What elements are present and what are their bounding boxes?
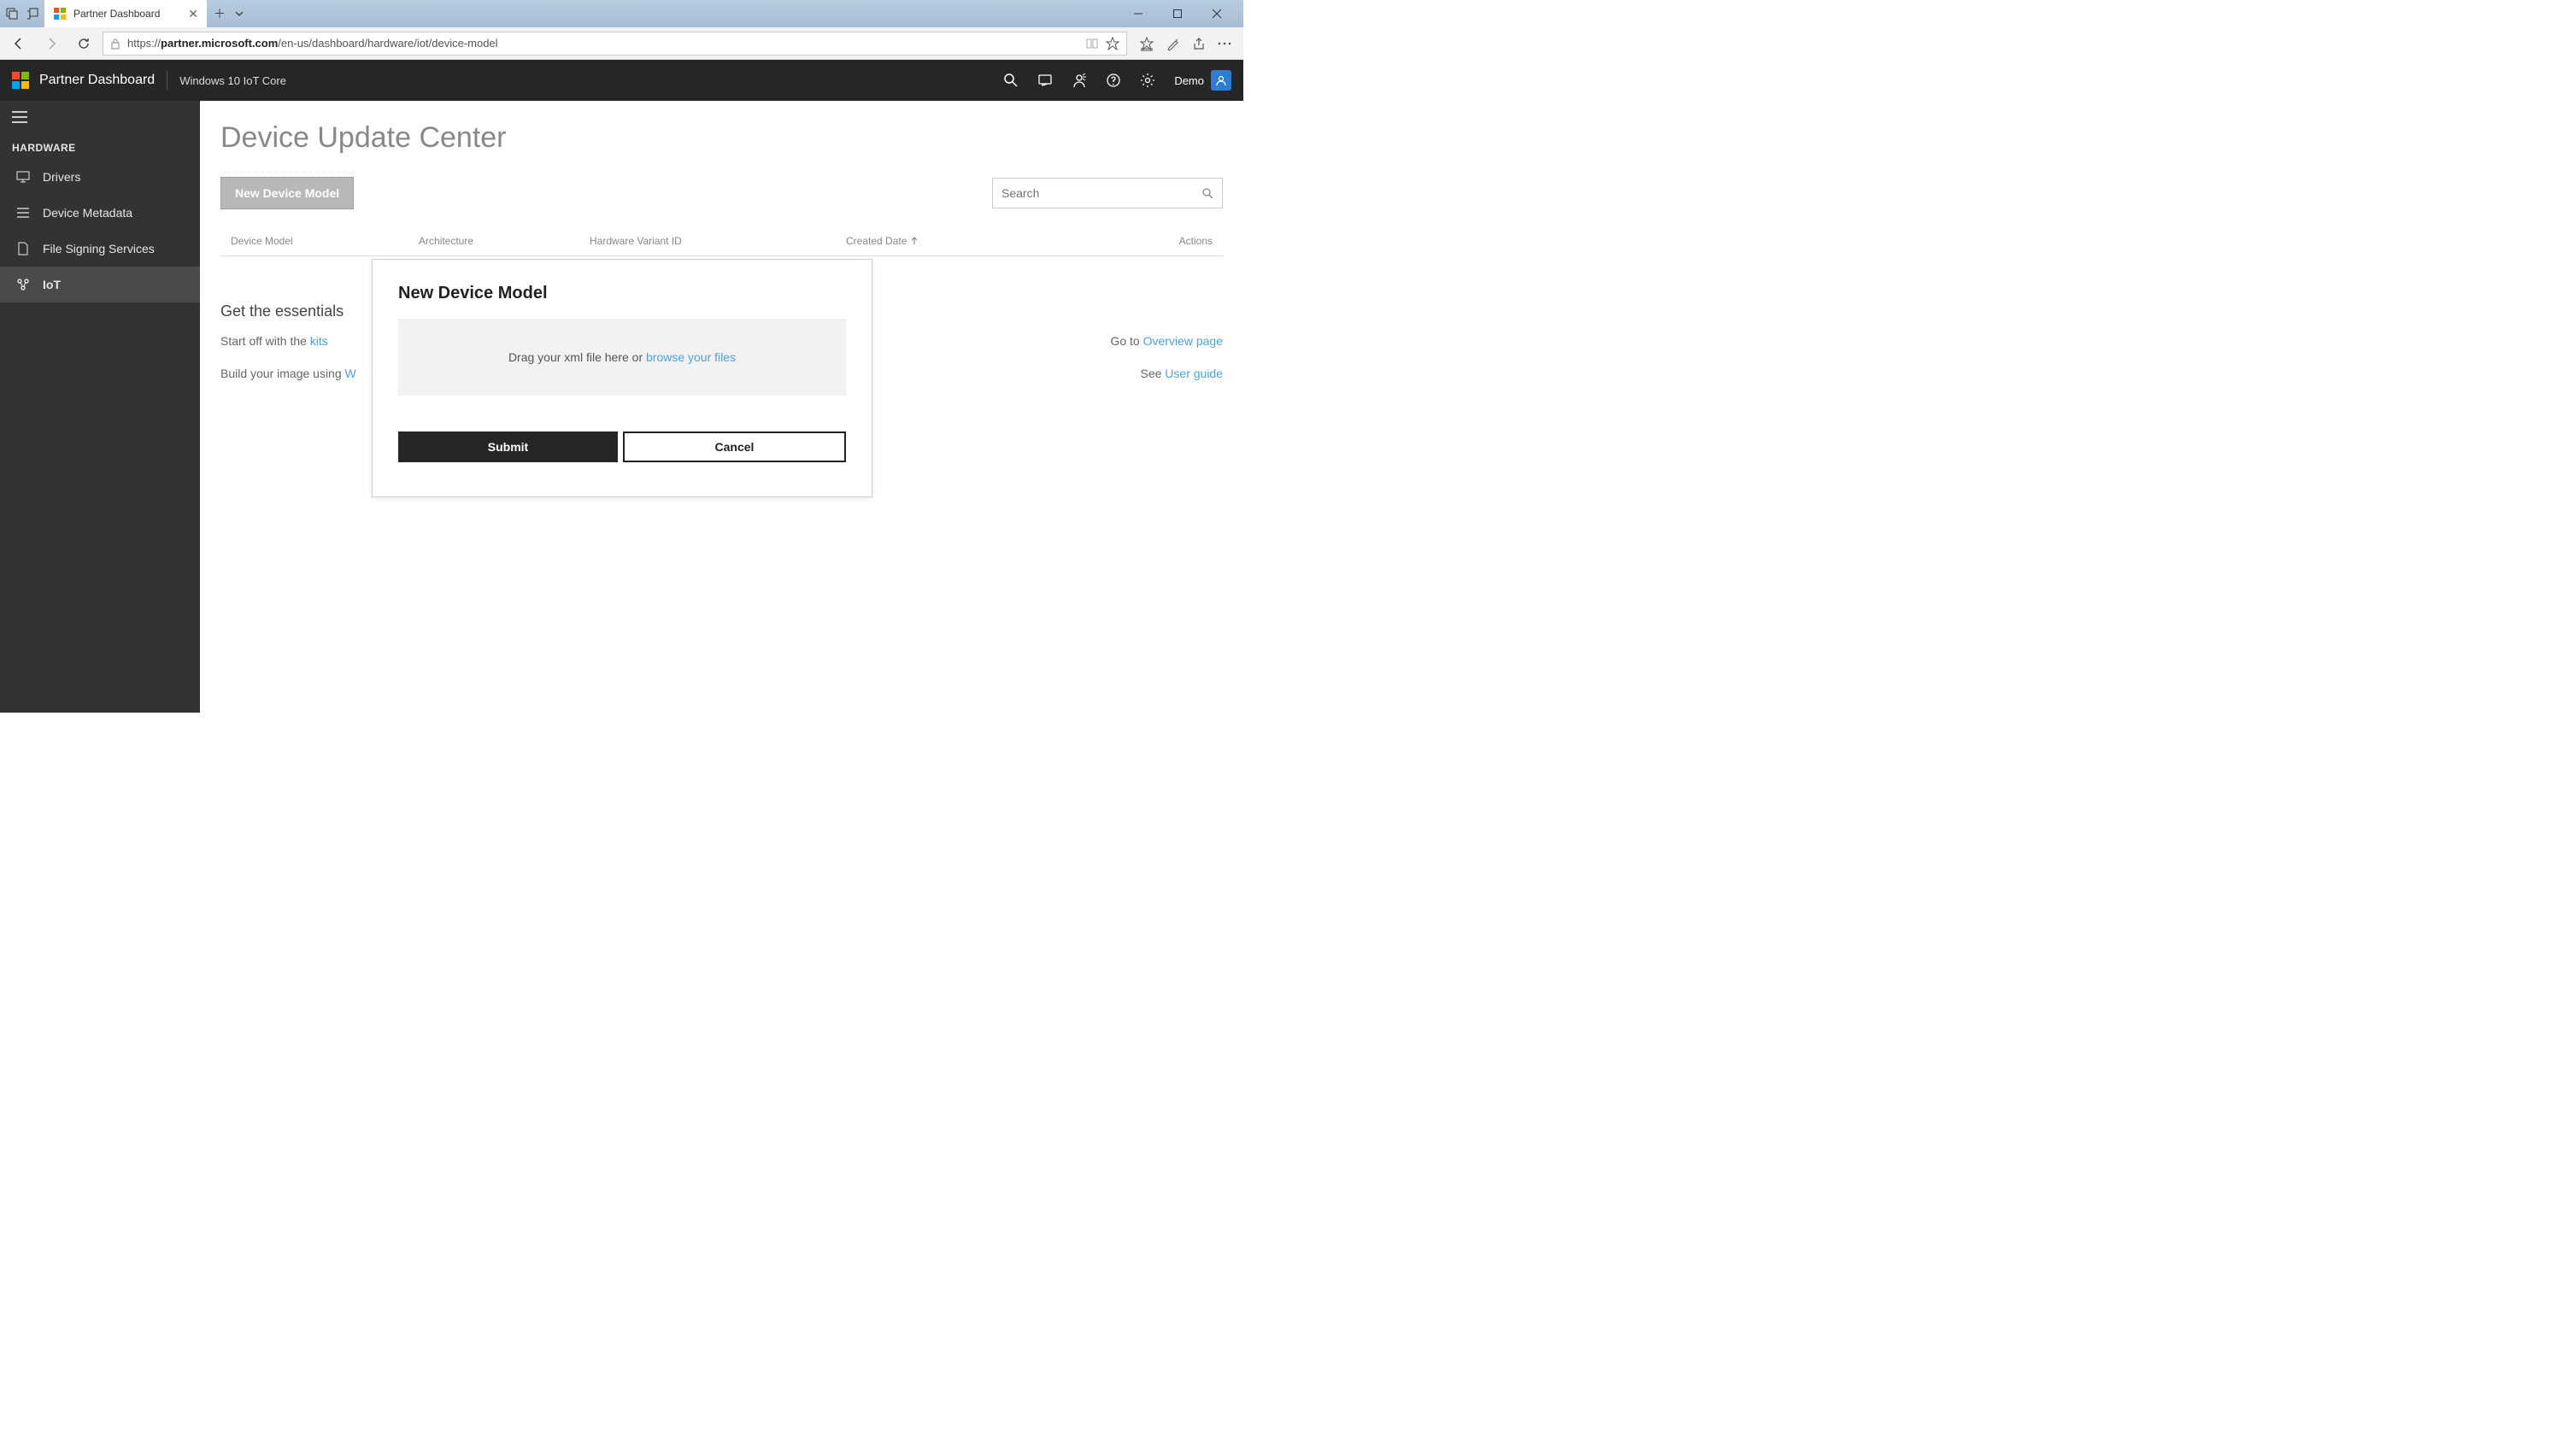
- user-name: Demo: [1174, 74, 1204, 87]
- sidebar-item-file-signing[interactable]: File Signing Services: [0, 231, 200, 267]
- browser-tab[interactable]: Partner Dashboard ✕: [44, 0, 207, 27]
- essentials-overview: Go to Overview page: [1110, 334, 1223, 348]
- app-subtitle: Windows 10 IoT Core: [179, 74, 286, 87]
- sort-asc-icon: [910, 237, 919, 245]
- browse-files-link[interactable]: browse your files: [646, 350, 736, 364]
- close-window-icon[interactable]: [1197, 0, 1236, 27]
- sidebar-item-label: Drivers: [43, 170, 80, 184]
- sidebar-item-drivers[interactable]: Drivers: [0, 159, 200, 195]
- window-left-buttons: [0, 0, 44, 27]
- essentials-build: Build your image using W: [220, 367, 356, 380]
- sidebar-toggle[interactable]: [0, 101, 200, 133]
- minimize-icon[interactable]: [1119, 0, 1158, 27]
- tab-dropdown-icon[interactable]: [234, 9, 244, 19]
- reading-view-icon[interactable]: [1085, 38, 1099, 50]
- drivers-icon: [15, 171, 31, 183]
- kits-link[interactable]: kits: [310, 334, 328, 348]
- file-dropzone[interactable]: Drag your xml file here or browse your f…: [398, 319, 846, 396]
- lock-icon: [110, 38, 120, 50]
- col-actions: Actions: [1060, 235, 1213, 247]
- avatar: [1211, 70, 1231, 91]
- tab-close-icon[interactable]: ✕: [188, 7, 198, 21]
- tab-preview-icon[interactable]: [26, 7, 39, 21]
- sidebar-section-title: HARDWARE: [0, 133, 200, 159]
- table-header: Device Model Architecture Hardware Varia…: [220, 235, 1223, 256]
- new-tab-icon[interactable]: ＋: [214, 5, 226, 22]
- feedback-icon[interactable]: [1072, 73, 1087, 88]
- sidebar-item-label: File Signing Services: [43, 242, 155, 255]
- build-link[interactable]: W: [345, 367, 356, 380]
- essentials-guide: See User guide: [1140, 367, 1223, 380]
- submit-button[interactable]: Submit: [398, 432, 618, 462]
- maximize-icon[interactable]: [1158, 0, 1197, 27]
- modal-buttons: Submit Cancel: [398, 432, 846, 462]
- more-icon[interactable]: [1218, 42, 1231, 45]
- favorites-bar-icon[interactable]: [1139, 36, 1154, 51]
- overview-link[interactable]: Overview page: [1143, 334, 1223, 348]
- col-device-model[interactable]: Device Model: [231, 235, 419, 247]
- sidebar-item-label: IoT: [43, 278, 61, 291]
- sidebar: HARDWARE Drivers Device Metadata File Si…: [0, 101, 200, 713]
- refresh-icon[interactable]: [70, 30, 97, 57]
- notifications-icon[interactable]: [1037, 73, 1053, 88]
- url-text: https://partner.microsoft.com/en-us/dash…: [127, 37, 1078, 50]
- sidebar-item-metadata[interactable]: Device Metadata: [0, 195, 200, 231]
- col-hardware-variant[interactable]: Hardware Variant ID: [590, 235, 846, 247]
- url-input[interactable]: https://partner.microsoft.com/en-us/dash…: [103, 32, 1127, 56]
- browser-tab-bar: Partner Dashboard ✕ ＋: [0, 0, 1243, 27]
- search-input[interactable]: [1001, 186, 1201, 200]
- favorite-icon[interactable]: [1106, 37, 1119, 50]
- main-content: Device Update Center New Device Model De…: [200, 101, 1243, 713]
- tab-bar-actions: ＋: [207, 0, 1243, 27]
- favicon-icon: [53, 7, 67, 21]
- sidebar-item-label: Device Metadata: [43, 206, 132, 220]
- help-icon[interactable]: [1106, 73, 1121, 88]
- new-device-model-button[interactable]: New Device Model: [220, 177, 354, 209]
- col-created-date[interactable]: Created Date: [846, 235, 1060, 247]
- user-guide-link[interactable]: User guide: [1165, 367, 1223, 380]
- iot-icon: [15, 278, 31, 291]
- tab-title: Partner Dashboard: [73, 8, 181, 20]
- address-bar-right-icons: [1132, 36, 1238, 51]
- app-title[interactable]: Partner Dashboard: [39, 73, 155, 88]
- tab-actions-icon[interactable]: [5, 7, 19, 21]
- notes-icon[interactable]: [1166, 37, 1180, 50]
- file-signing-icon: [15, 242, 31, 255]
- share-icon[interactable]: [1192, 37, 1206, 50]
- metadata-icon: [15, 207, 31, 219]
- new-device-model-modal: New Device Model Drag your xml file here…: [372, 259, 872, 497]
- address-bar: https://partner.microsoft.com/en-us/dash…: [0, 27, 1243, 60]
- header-icons: Demo: [1003, 70, 1231, 91]
- app-header: Partner Dashboard Windows 10 IoT Core De…: [0, 60, 1243, 101]
- dropzone-text: Drag your xml file here or browse your f…: [508, 350, 736, 364]
- back-icon[interactable]: [5, 30, 32, 57]
- sidebar-item-iot[interactable]: IoT: [0, 267, 200, 302]
- settings-icon[interactable]: [1140, 73, 1155, 88]
- page-title: Device Update Center: [220, 121, 1223, 155]
- forward-icon[interactable]: [38, 30, 65, 57]
- modal-title: New Device Model: [398, 284, 846, 303]
- cancel-button[interactable]: Cancel: [623, 432, 846, 462]
- microsoft-logo-icon: [12, 72, 29, 89]
- essentials-kits: Start off with the kits: [220, 334, 328, 348]
- user-menu[interactable]: Demo: [1174, 70, 1231, 91]
- search-icon[interactable]: [1201, 187, 1213, 199]
- search-box[interactable]: [992, 178, 1223, 208]
- window-controls: [1119, 0, 1236, 27]
- col-architecture[interactable]: Architecture: [419, 235, 590, 247]
- search-icon[interactable]: [1003, 73, 1019, 88]
- toolbar: New Device Model: [220, 177, 1223, 209]
